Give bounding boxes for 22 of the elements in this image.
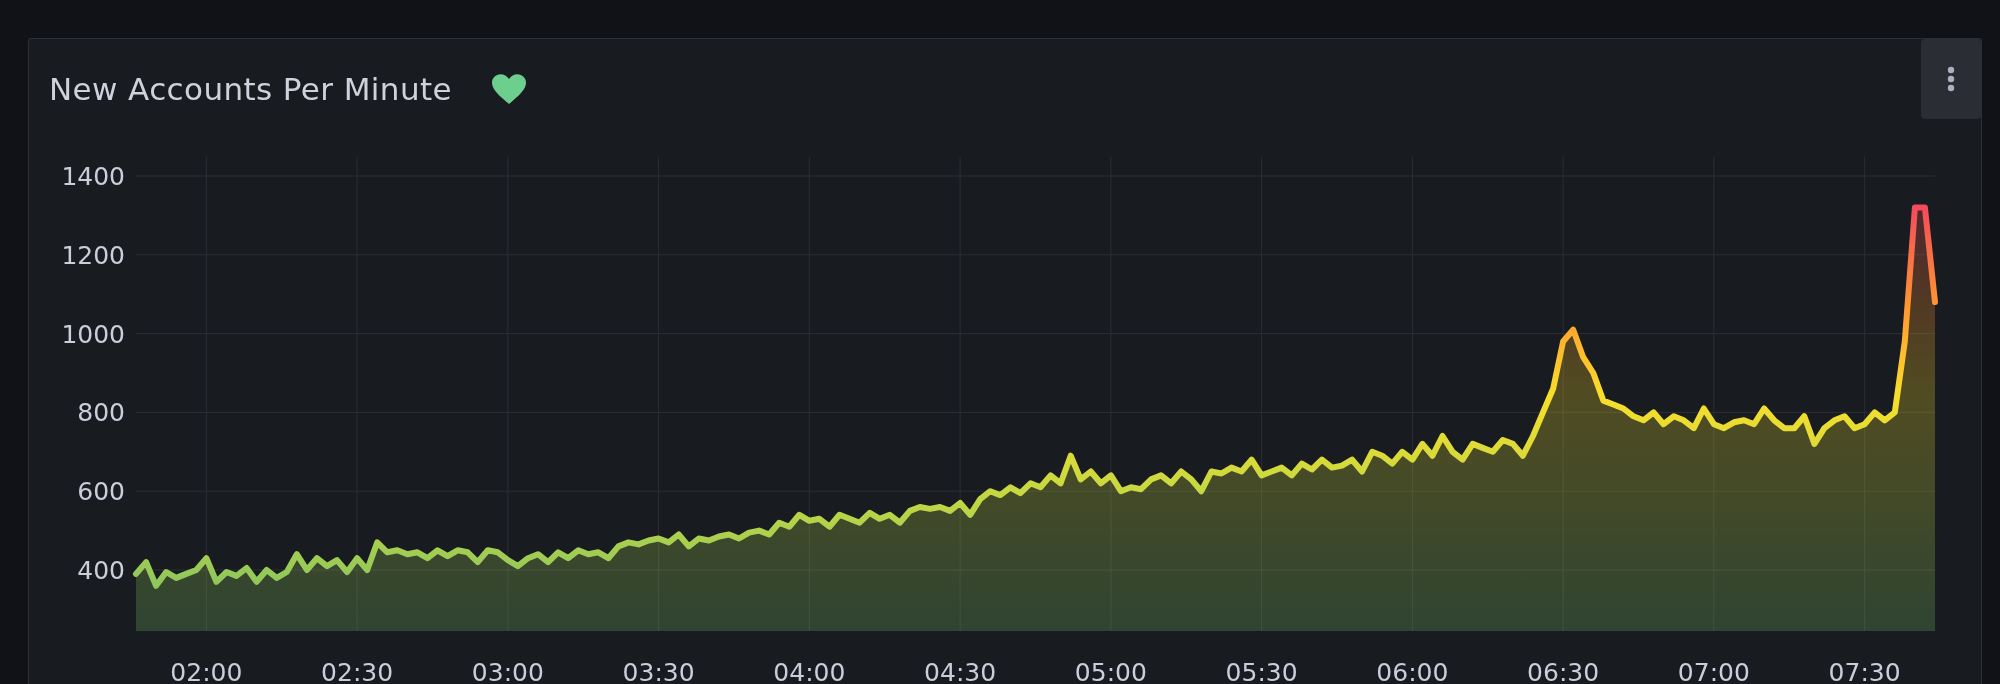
panel-title: New Accounts Per Minute [49,70,452,107]
y-axis-label: 1200 [61,240,125,270]
y-axis-label: 1000 [61,319,125,349]
x-axis-label: 05:00 [1074,658,1147,684]
x-axis-label: 06:30 [1527,658,1600,684]
x-axis-label: 07:30 [1828,658,1901,684]
y-axis-label: 800 [77,398,125,428]
menu-icon [1947,66,1955,92]
y-axis-label: 1400 [61,162,125,191]
y-axis-label: 400 [77,556,125,585]
y-axis-label: 600 [77,477,125,507]
x-axis-label: 02:00 [170,658,243,684]
x-axis-label: 04:30 [924,658,997,684]
x-axis-label: 06:00 [1376,658,1449,684]
menu-button[interactable] [1921,39,1981,119]
x-axis-label: 05:30 [1225,658,1298,684]
x-axis-label: 03:00 [471,658,544,684]
x-axis-label: 03:30 [622,658,695,684]
x-axis-label: 07:00 [1677,658,1750,684]
heart-icon [492,73,526,104]
x-axis-label: 02:30 [321,658,394,684]
x-axis-label: 04:00 [773,658,846,684]
